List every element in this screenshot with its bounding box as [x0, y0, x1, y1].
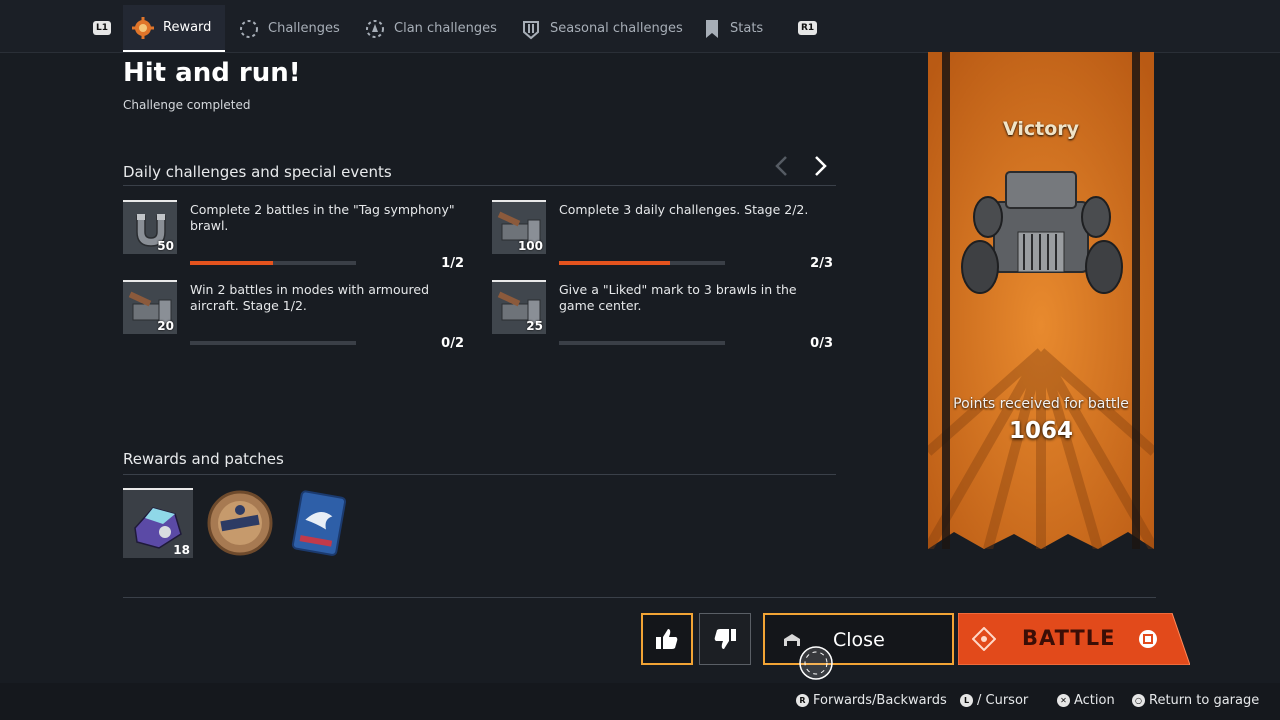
challenge-description: Give a "Liked" mark to 3 brawls in the g…	[559, 282, 797, 313]
l1-button-hint: L1	[93, 21, 111, 35]
tab-label: Reward	[163, 20, 212, 35]
hint-label: / Cursor	[977, 693, 1029, 708]
divider	[123, 474, 836, 475]
hint-label: Action	[1074, 693, 1115, 708]
close-button[interactable]: Close	[763, 613, 954, 680]
reward-count: 100	[517, 239, 543, 253]
reward-count: 18	[173, 543, 190, 557]
progress-fill	[190, 261, 273, 265]
challenge-description: Win 2 battles in modes with armoured air…	[190, 282, 430, 313]
top-navigation: L1 Reward Challenges Clan challenges Sea…	[0, 0, 1280, 53]
challenge-progress-text: 0/3	[810, 336, 833, 351]
challenge-progress-text: 0/2	[441, 336, 464, 351]
challenge-reward-thumbnail: 50	[123, 200, 177, 254]
l-stick-icon: L	[960, 694, 973, 707]
challenge-reward-thumbnail: 20	[123, 280, 177, 334]
tab-clan-challenges[interactable]: Clan challenges	[364, 5, 497, 52]
challenge-reward-thumbnail: 25	[492, 280, 546, 334]
crosshair-icon	[972, 627, 996, 651]
battle-points-label: Points received for battle	[953, 396, 1129, 412]
challenge-card[interactable]: 50 Complete 2 battles in the "Tag sympho…	[123, 200, 468, 271]
mechanic-patch-icon	[207, 490, 273, 556]
challenge-progress-bar	[190, 261, 356, 265]
next-page-arrow-icon[interactable]	[808, 154, 832, 178]
cursor-reticle-icon	[799, 646, 833, 680]
reward-count: 50	[157, 239, 174, 253]
thumbs-down-icon	[714, 629, 736, 649]
challenge-card[interactable]: 20 Win 2 battles in modes with armoured …	[123, 280, 468, 351]
r-stick-icon: R	[796, 694, 809, 707]
tab-seasonal-challenges[interactable]: Seasonal challenges	[520, 5, 683, 52]
seasonal-challenges-icon	[523, 20, 539, 39]
thumbs-up-icon	[656, 629, 678, 649]
reward-item-parts-container[interactable]: 18	[123, 488, 193, 558]
challenges-icon	[240, 19, 258, 38]
challenge-progress-bar	[559, 261, 725, 265]
square-button-icon	[1139, 630, 1157, 648]
tab-label: Seasonal challenges	[550, 21, 683, 36]
tab-reward[interactable]: Reward	[123, 5, 226, 52]
daily-challenges-title: Daily challenges and special events	[123, 163, 392, 181]
clan-challenges-icon	[366, 19, 384, 38]
reward-item-mechanic-patch[interactable]	[205, 488, 275, 558]
tab-label: Stats	[730, 21, 764, 36]
hint-return-to-garage: ○ Return to garage	[1132, 693, 1259, 708]
reward-item-dove-sticker[interactable]	[283, 488, 353, 558]
tab-stats[interactable]: Stats	[702, 5, 763, 52]
divider	[123, 185, 836, 186]
challenge-progress-text: 1/2	[441, 256, 464, 271]
dislike-button[interactable]	[699, 613, 751, 665]
hint-label: Return to garage	[1149, 693, 1260, 708]
cross-button-icon: ✕	[1057, 694, 1070, 707]
battle-button[interactable]: BATTLE	[958, 613, 1190, 665]
challenge-card[interactable]: 25 Give a "Liked" mark to 3 brawls in th…	[492, 280, 837, 351]
challenge-description: Complete 3 daily challenges. Stage 2/2.	[559, 202, 809, 217]
rewards-title: Rewards and patches	[123, 450, 284, 468]
victory-title: Victory	[1002, 118, 1080, 140]
reward-gear-icon	[132, 16, 154, 39]
tab-label: Clan challenges	[394, 21, 497, 36]
challenge-reward-thumbnail: 100	[492, 200, 546, 254]
victory-banner: Victory Points received for battle 1064	[928, 52, 1154, 549]
challenge-card[interactable]: 100 Complete 3 daily challenges. Stage 2…	[492, 200, 837, 271]
challenge-progress-bar	[190, 341, 356, 345]
stats-icon	[706, 19, 718, 38]
hint-cursor: L / Cursor	[960, 693, 1028, 708]
battle-button-label: BATTLE	[1022, 626, 1116, 650]
page-subtitle: Challenge completed	[123, 98, 251, 112]
tab-challenges[interactable]: Challenges	[238, 5, 340, 52]
challenge-progress-text: 2/3	[810, 256, 833, 271]
like-button[interactable]	[641, 613, 693, 665]
divider	[123, 597, 1156, 598]
battle-points-value: 1064	[1008, 418, 1073, 444]
challenge-description: Complete 2 battles in the "Tag symphony"…	[190, 202, 455, 233]
hint-label: Forwards/Backwards	[813, 693, 947, 708]
challenge-progress-bar	[559, 341, 725, 345]
circle-button-icon: ○	[1132, 694, 1145, 707]
progress-fill	[559, 261, 670, 265]
reward-count: 25	[526, 319, 543, 333]
r1-button-hint: R1	[798, 21, 818, 35]
close-button-label: Close	[833, 629, 885, 651]
reward-count: 20	[157, 319, 174, 333]
dove-sticker-icon	[291, 490, 347, 556]
page-title: Hit and run!	[123, 58, 301, 88]
hint-action: ✕ Action	[1057, 693, 1115, 708]
hint-forwards-backwards: R Forwards/Backwards	[796, 693, 947, 708]
tab-label: Challenges	[268, 21, 340, 36]
previous-page-arrow-icon[interactable]	[770, 154, 794, 178]
